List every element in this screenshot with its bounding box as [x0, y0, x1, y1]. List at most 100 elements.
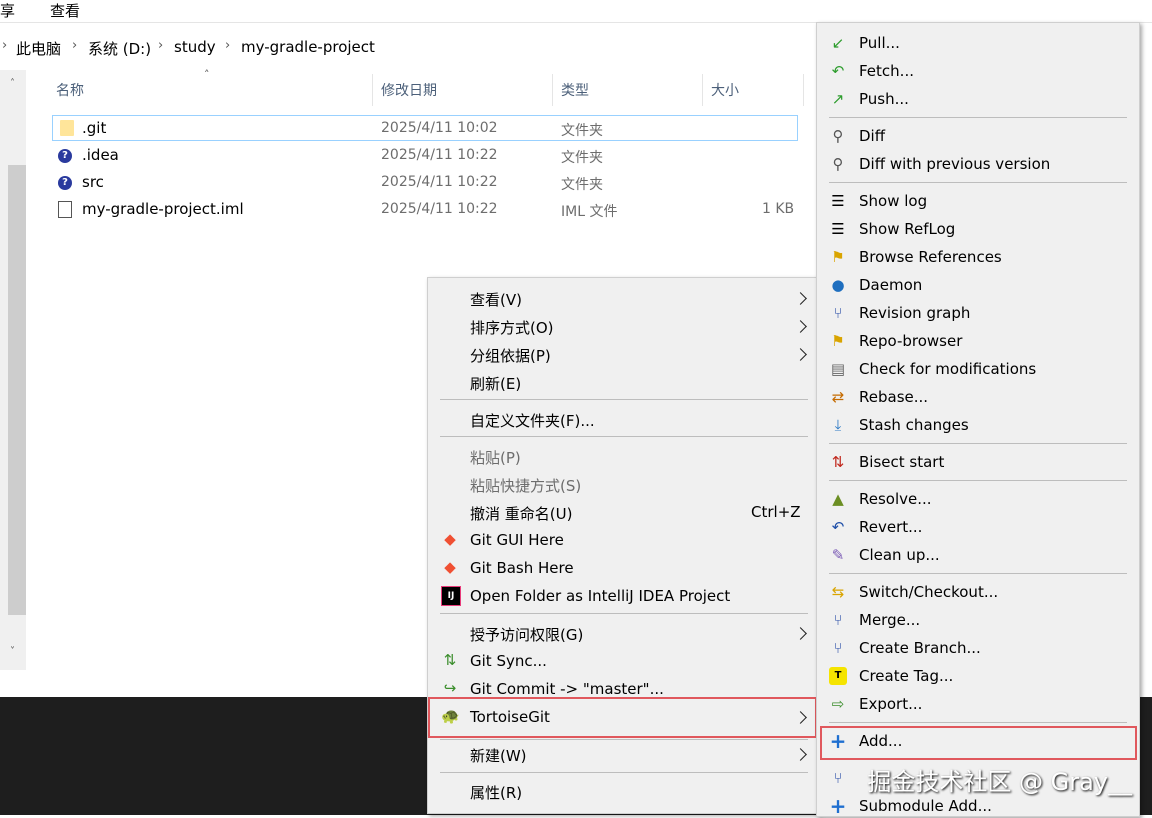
column-divider[interactable]	[552, 74, 553, 106]
submodule-add-plus-icon: +	[829, 794, 847, 818]
menu-item-repo-browser[interactable]: Repo-browser	[859, 332, 962, 350]
git-sync-icon: ⇅	[443, 651, 457, 669]
file-type: 文件夹	[561, 150, 603, 166]
scroll-up-icon[interactable]: ˄	[10, 78, 15, 89]
diff-magnifier-icon: ⚲	[832, 127, 844, 145]
daemon-globe-icon: ●	[831, 276, 845, 294]
menu-item-show-log[interactable]: Show log	[859, 192, 927, 210]
menu-item-grant-access[interactable]: 授予访问权限(G)	[470, 624, 583, 645]
menu-separator	[440, 399, 808, 400]
menu-separator	[829, 182, 1127, 183]
menu-item-view[interactable]: 查看(V)	[470, 289, 522, 310]
menu-item-new[interactable]: 新建(W)	[470, 745, 527, 766]
menu-item-cleanup[interactable]: Clean up...	[859, 546, 940, 564]
menu-separator	[829, 722, 1127, 723]
git-gui-icon: ◆	[444, 530, 456, 548]
menu-item-resolve[interactable]: Resolve...	[859, 490, 932, 508]
file-type: 文件夹	[561, 123, 603, 139]
pull-icon: ↙	[831, 34, 845, 52]
rebase-icon: ⇄	[831, 388, 845, 406]
menu-item-browse-refs[interactable]: Browse References	[859, 248, 1002, 266]
file-name[interactable]: .idea	[82, 146, 119, 164]
file-type: 文件夹	[561, 177, 603, 193]
file-type: IML 文件	[561, 204, 618, 220]
watermark-text: 掘金技术社区 @ Gray__	[867, 768, 1132, 796]
breadcrumb-study[interactable]: study	[174, 38, 216, 56]
menu-item-group[interactable]: 分组依据(P)	[470, 345, 551, 366]
menu-separator	[829, 573, 1127, 574]
scroll-down-icon[interactable]: ˅	[10, 646, 15, 657]
menu-item-create-tag[interactable]: Create Tag...	[859, 667, 953, 685]
switch-checkout-icon: ⇆	[831, 583, 845, 601]
merge-icon: ⑂	[833, 611, 843, 629]
menu-item-git-bash[interactable]: Git Bash Here	[470, 559, 574, 577]
menu-separator	[829, 480, 1127, 481]
menu-item-create-branch[interactable]: Create Branch...	[859, 639, 981, 657]
menu-separator	[829, 443, 1127, 444]
menu-item-merge[interactable]: Merge...	[859, 611, 920, 629]
column-header-name[interactable]: 名称	[56, 80, 84, 100]
menu-item-push[interactable]: Push...	[859, 90, 909, 108]
menu-item-bisect[interactable]: Bisect start	[859, 453, 944, 471]
file-name[interactable]: src	[82, 173, 104, 191]
tortoisegit-highlight	[428, 697, 817, 738]
revert-icon: ↶	[831, 518, 845, 536]
menu-item-export[interactable]: Export...	[859, 695, 922, 713]
folder-icon	[60, 120, 74, 136]
file-status-unknown-icon	[58, 201, 72, 218]
menu-item-git-commit[interactable]: Git Commit -> "master"...	[470, 680, 664, 698]
file-size: 1 KB	[762, 201, 795, 217]
file-date: 2025/4/11 10:22	[381, 174, 498, 190]
stash-icon: ⤓	[834, 416, 842, 434]
export-icon: ⇨	[831, 695, 845, 713]
undo-shortcut: Ctrl+Z	[751, 503, 801, 521]
git-bash-icon: ◆	[444, 558, 456, 576]
menu-item-properties[interactable]: 属性(R)	[470, 782, 522, 803]
menu-item-intellij[interactable]: Open Folder as IntelliJ IDEA Project	[470, 587, 730, 605]
menu-item-diff-prev[interactable]: Diff with previous version	[859, 155, 1050, 173]
menu-item-check-mods[interactable]: Check for modifications	[859, 360, 1036, 378]
file-name[interactable]: .git	[82, 119, 106, 137]
show-reflog-icon: ☰	[831, 220, 845, 238]
file-name[interactable]: my-gradle-project.iml	[82, 200, 244, 218]
create-branch-icon: ⑂	[833, 639, 843, 657]
menu-item-sort[interactable]: 排序方式(O)	[470, 317, 554, 338]
breadcrumb-project[interactable]: my-gradle-project	[241, 38, 375, 56]
menu-item-diff[interactable]: Diff	[859, 127, 885, 145]
repo-browser-icon: ⚑	[831, 332, 845, 350]
column-header-date[interactable]: 修改日期	[381, 80, 437, 100]
menu-item-refresh[interactable]: 刷新(E)	[470, 373, 521, 394]
menu-item-rebase[interactable]: Rebase...	[859, 388, 928, 406]
submenu-arrow-icon	[794, 748, 807, 761]
menu-item-undo[interactable]: 撤消 重命名(U)	[470, 503, 572, 524]
menu-item-fetch[interactable]: Fetch...	[859, 62, 914, 80]
show-log-icon: ☰	[831, 192, 845, 210]
column-header-type[interactable]: 类型	[561, 80, 589, 100]
file-date: 2025/4/11 10:22	[381, 201, 498, 217]
menu-item-revision-graph[interactable]: Revision graph	[859, 304, 970, 322]
column-header-size[interactable]: 大小	[711, 80, 739, 100]
breadcrumb-this-pc[interactable]: 此电脑	[16, 38, 61, 59]
sort-up-icon: ˄	[204, 68, 210, 81]
menu-item-pull[interactable]: Pull...	[859, 34, 900, 52]
ribbon-tab-share[interactable]: 享	[0, 0, 15, 21]
column-divider[interactable]	[803, 74, 804, 106]
menu-item-git-sync[interactable]: Git Sync...	[470, 652, 547, 670]
intellij-icon: IJ	[441, 586, 461, 606]
menu-item-stash[interactable]: Stash changes	[859, 416, 969, 434]
menu-item-revert[interactable]: Revert...	[859, 518, 922, 536]
column-divider[interactable]	[702, 74, 703, 106]
menu-item-daemon[interactable]: Daemon	[859, 276, 922, 294]
menu-separator	[440, 613, 808, 614]
menu-item-customize[interactable]: 自定义文件夹(F)...	[470, 410, 595, 431]
menu-item-submodule-add[interactable]: Submodule Add...	[859, 797, 992, 815]
breadcrumb-drive-d[interactable]: 系统 (D:)	[88, 38, 151, 59]
menu-item-git-gui[interactable]: Git GUI Here	[470, 531, 564, 549]
menu-item-show-reflog[interactable]: Show RefLog	[859, 220, 955, 238]
menu-item-switch[interactable]: Switch/Checkout...	[859, 583, 998, 601]
ribbon-tab-view[interactable]: 查看	[50, 0, 80, 21]
diff-prev-magnifier-icon: ⚲	[832, 155, 844, 173]
breadcrumb-chevron-icon: ›	[72, 38, 78, 53]
column-divider[interactable]	[372, 74, 373, 106]
scrollbar-thumb[interactable]	[8, 165, 26, 615]
